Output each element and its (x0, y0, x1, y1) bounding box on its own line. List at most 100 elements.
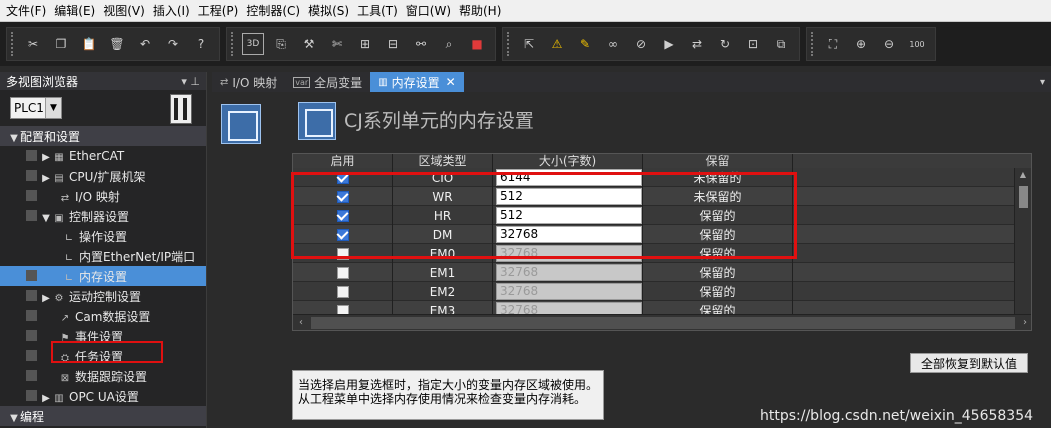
build-icon[interactable]: ⚒ (298, 33, 320, 55)
tab-memory-settings[interactable]: ▥ 内存设置 ✕ (370, 72, 464, 92)
menu-item[interactable]: 工具(T) (357, 2, 406, 19)
tree-item[interactable]: ▼ 配置和设置 (0, 126, 206, 146)
toolbar-grip[interactable] (811, 32, 815, 56)
scroll-right-icon[interactable]: › (1017, 317, 1031, 328)
tools-icon[interactable]: ✄ (326, 33, 348, 55)
offline-icon[interactable]: ✎ (574, 33, 596, 55)
stop-icon[interactable]: ■ (466, 33, 488, 55)
tree-item[interactable]: ▶ ⚙ 运动控制设置 (0, 286, 206, 306)
pin-icon[interactable]: ▾ ⊥ (181, 75, 200, 88)
vertical-scrollbar[interactable]: ▲ (1014, 168, 1031, 316)
tree-item[interactable]: ∟ 操作设置 (0, 226, 206, 246)
size-input[interactable]: 32768 (496, 226, 642, 243)
expand-down-icon[interactable]: ▼ (8, 413, 20, 424)
menu-item[interactable]: 模拟(S) (308, 2, 357, 19)
tree-item[interactable]: ▶ ▦ EtherCAT (0, 146, 206, 166)
help-icon[interactable]: ? (190, 33, 212, 55)
toolbar-grip[interactable] (11, 32, 15, 56)
tree-item[interactable]: ▶ ▤ CPU/扩展机架 (0, 166, 206, 186)
device-icon[interactable]: ⊡ (742, 33, 764, 55)
tree-item[interactable]: ↗ Cam数据设置 (0, 306, 206, 326)
enable-checkbox[interactable] (336, 171, 349, 184)
enable-checkbox[interactable] (336, 247, 349, 260)
retain-cell[interactable]: 保留的 (643, 206, 793, 225)
plc-selector[interactable]: PLC1 ▼ (10, 97, 62, 119)
close-icon[interactable]: ✕ (446, 75, 456, 89)
enable-checkbox[interactable] (336, 266, 349, 279)
transfer-icon[interactable]: ⇄ (686, 33, 708, 55)
tree-item[interactable]: ⊠ 数据跟踪设置 (0, 366, 206, 386)
tree-item-checkbox[interactable] (26, 290, 37, 301)
undo-icon[interactable]: ↶ (134, 33, 156, 55)
chevron-down-icon[interactable]: ▼ (45, 98, 61, 118)
scroll-up-icon[interactable]: ▲ (1015, 168, 1031, 182)
menu-item[interactable]: 窗口(W) (406, 2, 459, 19)
horizontal-scrollbar[interactable]: ‹ › (293, 314, 1031, 330)
enable-checkbox[interactable] (336, 209, 349, 222)
menu-item[interactable]: 工程(P) (198, 2, 247, 19)
retain-cell[interactable]: 未保留的 (643, 187, 793, 206)
expand-right-icon[interactable]: ▶ (40, 173, 52, 184)
enable-checkbox[interactable] (336, 228, 349, 241)
size-input[interactable]: 512 (496, 207, 642, 224)
reset-icon[interactable]: ↻ (714, 33, 736, 55)
tree-item-checkbox[interactable] (26, 390, 37, 401)
compare2-icon[interactable]: ⧉ (770, 33, 792, 55)
tree-item-checkbox[interactable] (26, 190, 37, 201)
search-icon[interactable]: ⌕ (438, 33, 460, 55)
tab-global-variables[interactable]: var 全局变量 (285, 72, 370, 92)
run-icon[interactable]: ▶ (658, 33, 680, 55)
tabs-dropdown-icon[interactable]: ▾ (1034, 72, 1051, 92)
retain-cell[interactable]: 未保留的 (643, 168, 793, 187)
tree-item[interactable]: ▼ ▣ 控制器设置 (0, 206, 206, 226)
menu-item[interactable]: 文件(F) (6, 2, 54, 19)
copy-icon[interactable]: ❐ (50, 33, 72, 55)
enable-checkbox[interactable] (336, 285, 349, 298)
toolbar-grip[interactable] (231, 32, 235, 56)
tree-item-checkbox[interactable] (26, 270, 37, 281)
scroll-thumb[interactable] (1019, 186, 1028, 208)
network-icon[interactable]: ⊞ (354, 33, 376, 55)
tree-item[interactable]: ▶ ▥ OPC UA设置 (0, 386, 206, 406)
enable-checkbox[interactable] (336, 190, 349, 203)
tree-item-checkbox[interactable] (26, 310, 37, 321)
expand-right-icon[interactable]: ▶ (40, 152, 52, 163)
sync-icon[interactable]: ⚯ (410, 33, 432, 55)
tree-item[interactable]: ⇄ I/O 映射 (0, 186, 206, 206)
size-input[interactable]: 512 (496, 188, 642, 205)
retain-cell[interactable]: 保留的 (643, 244, 793, 263)
menu-item[interactable]: 视图(V) (103, 2, 153, 19)
menu-item[interactable]: 编辑(E) (54, 2, 103, 19)
reset-all-button[interactable]: 全部恢复到默认值 (910, 353, 1028, 373)
tree-item-checkbox[interactable] (26, 210, 37, 221)
zoom-out-icon[interactable]: ⊖ (878, 33, 900, 55)
compare-icon[interactable]: ⊟ (382, 33, 404, 55)
3d-icon[interactable]: 3D (242, 33, 264, 55)
retain-cell[interactable]: 保留的 (643, 263, 793, 282)
tree-item-checkbox[interactable] (26, 370, 37, 381)
watch-icon[interactable]: ∞ (602, 33, 624, 55)
cut-icon[interactable]: ✂ (22, 33, 44, 55)
tree-item[interactable]: ∟ 内置EtherNet/IP端口 (0, 246, 206, 266)
fit-icon[interactable]: ⛶ (822, 33, 844, 55)
size-input[interactable]: 6144 (496, 169, 642, 186)
delete-icon[interactable]: 🗑 (106, 33, 128, 55)
retain-cell[interactable]: 保留的 (643, 282, 793, 301)
zoom-100-icon[interactable]: 100 (906, 33, 928, 55)
tree-item-checkbox[interactable] (26, 330, 37, 341)
scroll-left-icon[interactable]: ‹ (293, 317, 309, 328)
tree-item[interactable]: ∟ 内存设置 (0, 266, 206, 286)
paste-icon[interactable]: 📋 (78, 33, 100, 55)
scroll-track[interactable] (311, 316, 1015, 329)
tree-item[interactable]: ▼ 编程 (0, 406, 206, 426)
memory-settings-side-icon[interactable] (221, 104, 261, 144)
tree-item-checkbox[interactable] (26, 350, 37, 361)
expand-right-icon[interactable]: ▶ (40, 393, 52, 404)
online-icon[interactable]: ⇱ (518, 33, 540, 55)
menu-item[interactable]: 插入(I) (153, 2, 198, 19)
tree-item[interactable]: ⚑ 事件设置 (0, 326, 206, 346)
expand-down-icon[interactable]: ▼ (40, 213, 52, 224)
tree-item[interactable]: ⛭ 任务设置 (0, 346, 206, 366)
toolbar-grip[interactable] (507, 32, 511, 56)
retain-cell[interactable]: 保留的 (643, 225, 793, 244)
